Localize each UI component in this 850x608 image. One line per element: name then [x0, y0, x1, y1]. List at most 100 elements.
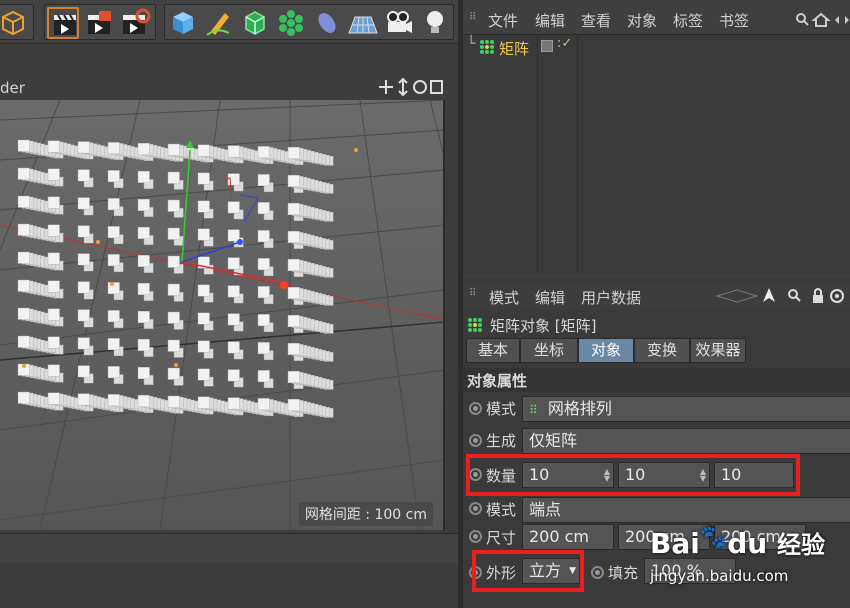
matrix-clone-cube	[287, 342, 300, 355]
menu-objects[interactable]: 对象	[627, 10, 657, 31]
up-down-icon[interactable]	[398, 77, 408, 97]
mode2-radio[interactable]	[469, 502, 482, 515]
matrix-clone-cube	[47, 168, 60, 181]
mode2-dropdown[interactable]: 端点	[522, 497, 850, 523]
light-icon[interactable]	[419, 7, 451, 39]
tab-transform[interactable]: 变换	[634, 338, 690, 363]
layer-icon[interactable]	[541, 40, 553, 52]
watermark-brand-2: du	[727, 527, 768, 560]
drag-handle-icon[interactable]: ⠿	[469, 288, 476, 299]
mode-dropdown[interactable]: ⠿ 网格排列	[522, 396, 850, 422]
matrix-icon	[480, 40, 494, 54]
visibility-check-icon[interactable]: :✓	[557, 36, 572, 51]
cube-menu-icon[interactable]	[0, 7, 29, 39]
tab-effectors[interactable]: 效果器	[690, 338, 746, 363]
search-icon[interactable]	[796, 13, 809, 26]
matrix-clone-cube	[287, 174, 300, 187]
matrix-clone-cube	[257, 258, 270, 271]
cursor-icon[interactable]	[763, 288, 775, 302]
size-radio[interactable]	[469, 530, 482, 543]
watermark-url: jingyan.baidu.com	[650, 567, 789, 585]
matrix-clone-cube	[167, 255, 180, 268]
matrix-clone-cube	[17, 195, 30, 208]
grid-spacing-label: 网格间距 : 100 cm	[298, 502, 433, 526]
deformer-icon[interactable]	[311, 7, 343, 39]
menu-edit[interactable]: 编辑	[535, 287, 565, 308]
camera-icon[interactable]	[383, 7, 415, 39]
subdivision-icon[interactable]	[239, 7, 271, 39]
matrix-clone-cube	[227, 397, 240, 410]
matrix-icon	[468, 318, 482, 332]
nav-icon[interactable]	[835, 16, 849, 24]
matrix-clone-cube	[107, 170, 120, 183]
matrix-clone-cube	[257, 286, 270, 299]
matrix-clone-cube	[287, 286, 300, 299]
matrix-clone-cube	[197, 200, 210, 213]
cube-primitive-icon[interactable]	[167, 7, 199, 39]
matrix-clone-cube	[167, 199, 180, 212]
floor-icon[interactable]	[347, 7, 379, 39]
matrix-clone-cube	[227, 285, 240, 298]
matrix-clone-cube	[227, 229, 240, 242]
move-icon[interactable]	[379, 80, 393, 94]
object-list[interactable]	[463, 34, 850, 274]
matrix-clone-cube	[197, 284, 210, 297]
matrix-clone-cube	[17, 335, 30, 348]
menu-mode[interactable]: 模式	[489, 287, 519, 308]
matrix-clone-cube	[47, 140, 60, 153]
matrix-clone-cube	[137, 254, 150, 267]
matrix-clone-cube	[47, 224, 60, 237]
mode-radio[interactable]	[469, 402, 482, 415]
timeline-bar[interactable]	[0, 533, 460, 563]
layout-icon[interactable]	[430, 80, 443, 94]
object-name[interactable]: 矩阵	[499, 38, 529, 59]
matrix-clone-cube	[47, 196, 60, 209]
column-divider	[577, 34, 578, 274]
pen-icon[interactable]	[203, 7, 235, 39]
menu-file[interactable]: 文件	[488, 10, 518, 31]
tab-basic[interactable]: 基本	[466, 338, 520, 363]
matrix-clone-cube	[17, 251, 30, 264]
tab-coord[interactable]: 坐标	[520, 338, 578, 363]
home-icon[interactable]	[811, 12, 831, 27]
generate-label: 生成	[486, 432, 517, 450]
mograph-cloner-icon[interactable]	[275, 7, 307, 39]
matrix-clone-cube	[77, 141, 90, 154]
object-row-matrix[interactable]: └ 矩阵 :✓	[465, 36, 845, 58]
menu-view[interactable]: 查看	[581, 10, 611, 31]
matrix-clone-cube	[287, 314, 300, 327]
matrix-clone-cube	[167, 143, 180, 156]
matrix-clone-cube	[197, 228, 210, 241]
target-icon[interactable]	[830, 289, 844, 303]
matrix-clone-cube	[257, 314, 270, 327]
search-icon[interactable]	[788, 289, 801, 302]
viewport-scene[interactable]	[0, 100, 445, 530]
render-view-icon[interactable]	[47, 7, 79, 39]
matrix-clone-cube	[17, 139, 30, 152]
rotate-icon[interactable]	[413, 80, 427, 94]
history-icon[interactable]	[715, 289, 759, 303]
3d-viewport[interactable]: 网格间距 : 100 cm	[0, 100, 445, 530]
render-settings-icon[interactable]	[119, 7, 151, 39]
generate-radio[interactable]	[469, 434, 482, 447]
matrix-clone-cube	[137, 170, 150, 183]
matrix-clone-cube	[257, 230, 270, 243]
mode-value: 网格排列	[547, 399, 612, 418]
matrix-clone-cube	[137, 198, 150, 211]
matrix-clone-cube	[227, 145, 240, 158]
menu-edit[interactable]: 编辑	[535, 10, 565, 31]
lock-icon[interactable]	[813, 288, 823, 303]
size-x-field[interactable]: 200 cm	[522, 524, 614, 550]
generate-dropdown[interactable]: 仅矩阵	[522, 428, 850, 454]
matrix-clone-cube	[257, 202, 270, 215]
paw-icon: 🐾	[699, 525, 728, 550]
fill-radio[interactable]	[591, 566, 604, 579]
drag-handle-icon[interactable]: ⠿	[469, 12, 476, 23]
menu-user-data[interactable]: 用户数据	[581, 287, 641, 308]
menu-tags[interactable]: 标签	[673, 10, 703, 31]
matrix-clone-cube	[107, 338, 120, 351]
column-divider	[537, 34, 538, 274]
tab-object[interactable]: 对象	[578, 338, 634, 363]
menu-bookmarks[interactable]: 书签	[719, 10, 749, 31]
render-active-icon[interactable]	[83, 7, 115, 39]
